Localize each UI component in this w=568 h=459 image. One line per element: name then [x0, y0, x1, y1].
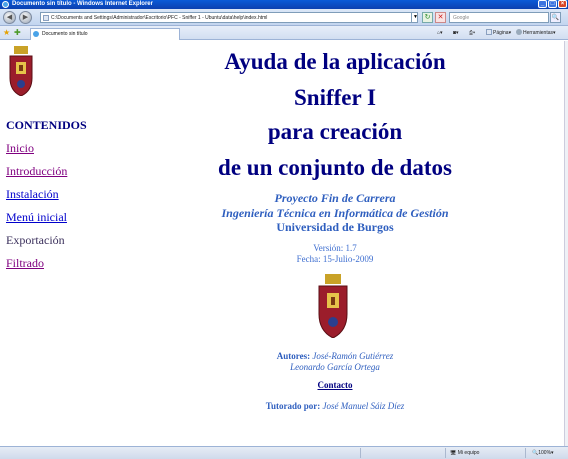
sidebar-item-exportacion[interactable]: Exportación: [6, 233, 65, 248]
sidebar-item-inicio[interactable]: Inicio: [6, 141, 34, 156]
window-title-bar: Documento sin título - Windows Internet …: [0, 0, 568, 9]
date-label: Fecha: 15-Julio-2009: [296, 254, 374, 264]
page-title-line-1: Ayuda de la aplicación: [224, 49, 446, 74]
favorites-star-icon[interactable]: ★: [3, 28, 10, 37]
address-toolbar: ◀ ▶ C:\Documents and Settings\Administra…: [0, 9, 568, 26]
sidebar-item-menu-inicial[interactable]: Menú inicial: [6, 210, 67, 225]
author-2: Leonardo García Ortega: [290, 362, 380, 372]
page-title-line-3: para creación: [267, 119, 403, 144]
stop-button[interactable]: ✕: [435, 12, 446, 23]
search-icon[interactable]: 🔍: [550, 12, 561, 23]
tutor-label: Tutorado por:: [265, 401, 321, 411]
author-1: José-Ramón Gutiérrez: [312, 351, 394, 361]
authors-label: Autores:: [276, 351, 311, 361]
page-title-line-4: de un conjunto de datos: [218, 155, 452, 180]
project-label: Proyecto Fin de Carrera: [274, 191, 396, 205]
status-bar: 🖥 Mi equipo 🔍100%▾: [0, 446, 568, 459]
status-divider: [525, 448, 526, 458]
tutor-name: José Manuel Sáiz Díez: [322, 401, 405, 411]
add-favorites-icon[interactable]: ✚: [14, 28, 21, 37]
page-content: CONTENIDOS Inicio Introducción Instalaci…: [0, 41, 564, 446]
address-dropdown-button[interactable]: ▼: [411, 12, 419, 23]
page-menu-icon: [486, 29, 492, 35]
window-title: Documento sin título - Windows Internet …: [12, 1, 153, 7]
sidebar-item-instalacion[interactable]: Instalación: [6, 187, 59, 202]
address-input[interactable]: C:\Documents and Settings\Administrador\…: [40, 12, 418, 23]
status-divider: [445, 448, 446, 458]
page-menu-label: Página: [493, 30, 509, 36]
address-url: C:\Documents and Settings\Administrador\…: [51, 15, 268, 21]
contact-link[interactable]: Contacto: [190, 380, 480, 390]
zoom-control[interactable]: 🔍100%▾: [532, 447, 554, 459]
page-menu[interactable]: Página▾: [486, 28, 511, 38]
back-button[interactable]: ◀: [3, 11, 16, 24]
gear-icon: [516, 29, 522, 35]
vertical-scrollbar[interactable]: [564, 41, 568, 446]
university-label: Universidad de Burgos: [276, 220, 394, 234]
tab-label: Documento sin título: [42, 31, 88, 37]
sidebar-item-filtrado[interactable]: Filtrado: [6, 256, 44, 271]
tab-active[interactable]: Documento sin título: [30, 28, 180, 40]
zoom-level: 100%: [538, 450, 552, 456]
tutor-line: Tutorado por: José Manuel Sáiz Díez: [190, 401, 480, 411]
degree-label: Ingeniería Técnica en Informática de Ges…: [221, 206, 449, 220]
university-crest-icon: [9, 46, 33, 97]
tab-toolbar: ★ ✚ Documento sin título ⌂▾ ◙▾ ⎙▾ Página…: [0, 26, 568, 40]
print-icon[interactable]: ⎙▾: [469, 28, 475, 38]
search-placeholder: Google: [453, 15, 470, 21]
sidebar-item-introduccion[interactable]: Introducción: [6, 164, 67, 179]
authors-line-1: Autores: José-Ramón Gutiérrez: [190, 351, 480, 361]
sidebar: CONTENIDOS Inicio Introducción Instalaci…: [6, 46, 126, 270]
refresh-button[interactable]: ↻: [422, 12, 433, 23]
status-zone-label: Mi equipo: [457, 450, 480, 456]
search-input[interactable]: Google: [449, 12, 549, 23]
authors-line-2: Leonardo García Ortega: [190, 362, 480, 372]
maximize-button[interactable]: □: [548, 0, 557, 8]
feeds-icon[interactable]: ◙▾: [453, 28, 459, 38]
window-controls: _ □ ×: [538, 0, 567, 9]
tools-menu-label: Herramientas: [523, 30, 554, 36]
ie-logo-icon: [2, 1, 9, 8]
status-zone: 🖥 Mi equipo: [450, 450, 480, 456]
home-icon[interactable]: ⌂▾: [437, 28, 443, 38]
forward-button[interactable]: ▶: [19, 11, 32, 24]
close-button[interactable]: ×: [558, 0, 567, 8]
tools-menu[interactable]: Herramientas▾: [516, 28, 556, 38]
minimize-button[interactable]: _: [538, 0, 547, 8]
page-title-line-2: Sniffer I: [294, 85, 376, 110]
status-divider: [360, 448, 361, 458]
page-icon: [43, 15, 49, 21]
contents-heading: CONTENIDOS: [6, 118, 87, 132]
university-crest-icon: [318, 274, 348, 338]
version-label: Versión: 1.7: [313, 243, 357, 253]
tab-page-icon: [33, 31, 39, 37]
